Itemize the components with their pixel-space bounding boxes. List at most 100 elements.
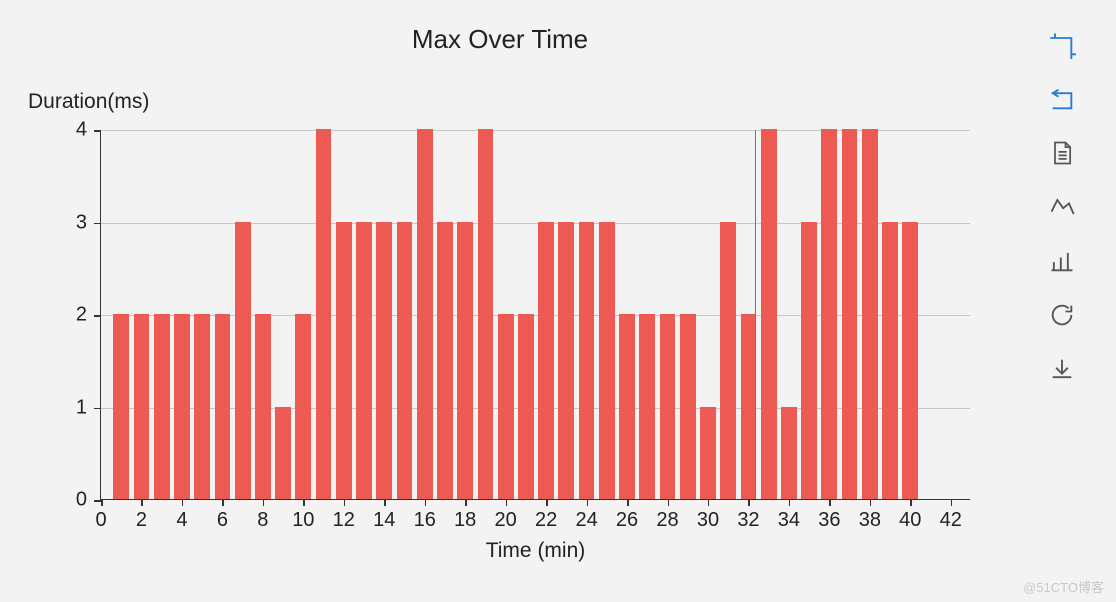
grid-line: [101, 315, 970, 316]
undo-icon[interactable]: [1047, 84, 1077, 114]
x-tick-mark: [263, 499, 265, 506]
bar: [518, 314, 534, 499]
bar: [639, 314, 655, 499]
bar: [842, 129, 858, 499]
bar: [579, 222, 595, 500]
x-tick-label: 4: [176, 509, 187, 532]
bar: [295, 314, 311, 499]
toolbar: [1040, 30, 1084, 384]
y-tick-label: 1: [76, 396, 101, 419]
x-tick-mark: [344, 499, 346, 506]
bar: [134, 314, 150, 499]
refresh-icon[interactable]: [1047, 300, 1077, 330]
bar: [761, 129, 777, 499]
y-tick-label: 2: [76, 304, 101, 327]
cursor-line: [755, 130, 757, 499]
bar: [619, 314, 635, 499]
bar: [417, 129, 433, 499]
bar: [275, 407, 291, 500]
x-tick-mark: [182, 499, 184, 506]
chart-title: Max Over Time: [0, 24, 1000, 55]
x-tick-label: 38: [859, 509, 881, 532]
bar: [498, 314, 514, 499]
chart-container: Max Over Time Duration(ms) Time (min) 01…: [0, 0, 1000, 602]
bar: [113, 314, 129, 499]
bar: [437, 222, 453, 500]
x-tick-label: 28: [656, 509, 678, 532]
x-tick-mark: [627, 499, 629, 506]
x-tick-mark: [384, 499, 386, 506]
bar: [174, 314, 190, 499]
x-tick-mark: [910, 499, 912, 506]
x-tick-label: 2: [136, 509, 147, 532]
bar: [478, 129, 494, 499]
x-tick-label: 24: [575, 509, 597, 532]
x-tick-mark: [303, 499, 305, 506]
bar: [821, 129, 837, 499]
grid-line: [101, 408, 970, 409]
x-tick-mark: [587, 499, 589, 506]
x-tick-mark: [668, 499, 670, 506]
x-tick-mark: [222, 499, 224, 506]
download-icon[interactable]: [1047, 354, 1077, 384]
x-tick-mark: [425, 499, 427, 506]
x-tick-label: 30: [697, 509, 719, 532]
x-tick-label: 10: [292, 509, 314, 532]
bar: [336, 222, 352, 500]
y-tick-label: 4: [76, 119, 101, 142]
x-tick-label: 36: [818, 509, 840, 532]
bar: [397, 222, 413, 500]
bar: [376, 222, 392, 500]
x-tick-label: 14: [373, 509, 395, 532]
x-tick-mark: [870, 499, 872, 506]
x-tick-label: 6: [217, 509, 228, 532]
x-tick-label: 26: [616, 509, 638, 532]
x-tick-mark: [829, 499, 831, 506]
x-tick-mark: [465, 499, 467, 506]
bar: [194, 314, 210, 499]
bar: [599, 222, 615, 500]
bar: [154, 314, 170, 499]
bar: [801, 222, 817, 500]
watermark: @51CTO博客: [1023, 577, 1104, 596]
x-tick-mark: [951, 499, 953, 506]
x-tick-mark: [546, 499, 548, 506]
bar: [660, 314, 676, 499]
x-tick-mark: [141, 499, 143, 506]
bar: [558, 222, 574, 500]
bar: [356, 222, 372, 500]
y-axis-label: Duration(ms): [28, 90, 149, 114]
x-tick-label: 20: [495, 509, 517, 532]
bar: [882, 222, 898, 500]
bar: [457, 222, 473, 500]
x-tick-label: 16: [414, 509, 436, 532]
bar-chart-icon[interactable]: [1047, 246, 1077, 276]
bar: [538, 222, 554, 500]
x-tick-label: 42: [940, 509, 962, 532]
x-tick-mark: [101, 499, 103, 506]
x-tick-label: 0: [95, 509, 106, 532]
x-tick-mark: [506, 499, 508, 506]
document-icon[interactable]: [1047, 138, 1077, 168]
bar: [255, 314, 271, 499]
bar: [700, 407, 716, 500]
bar: [902, 222, 918, 500]
x-tick-label: 18: [454, 509, 476, 532]
bar: [862, 129, 878, 499]
bar: [316, 129, 332, 499]
x-tick-label: 32: [737, 509, 759, 532]
grid-line: [101, 130, 970, 131]
bar: [680, 314, 696, 499]
y-tick-label: 3: [76, 211, 101, 234]
grid-line: [101, 223, 970, 224]
line-chart-icon[interactable]: [1047, 192, 1077, 222]
bar: [215, 314, 231, 499]
crop-icon[interactable]: [1047, 30, 1077, 60]
x-tick-label: 22: [535, 509, 557, 532]
plot-area: Time (min) 01234024681012141618202224262…: [100, 130, 970, 500]
x-axis-label: Time (min): [101, 539, 970, 563]
bar: [720, 222, 736, 500]
bar: [235, 222, 251, 500]
x-tick-mark: [708, 499, 710, 506]
x-tick-label: 34: [778, 509, 800, 532]
